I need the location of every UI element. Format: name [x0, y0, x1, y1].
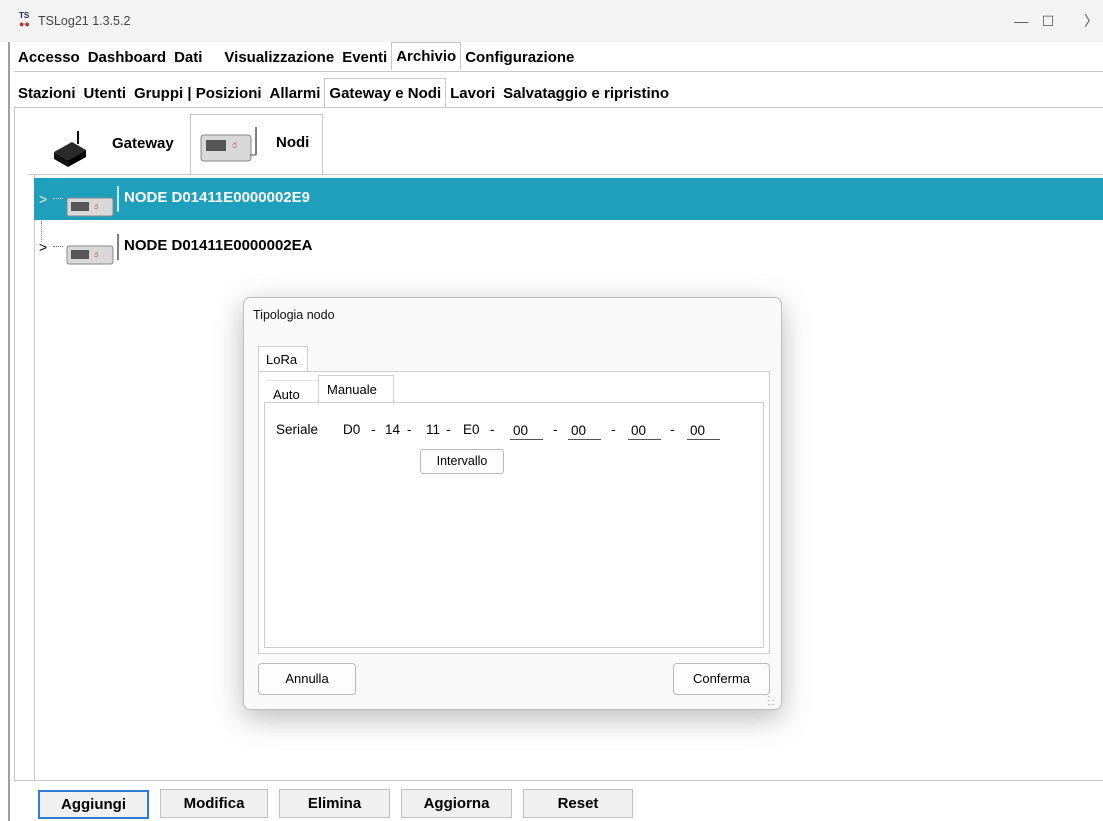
main-tab-divider — [14, 71, 1103, 72]
tab-visualizzazione[interactable]: Visualizzazione — [220, 45, 338, 71]
serial-separator: - — [407, 422, 412, 437]
gateway-device-icon — [54, 131, 86, 167]
node-device-icon: ර — [66, 186, 119, 217]
node-label: NODE D01411E0000002E9 — [124, 189, 310, 206]
expand-chevron-icon[interactable]: > — [39, 191, 47, 207]
tab-stazioni[interactable]: Stazioni — [14, 81, 80, 107]
tree-branch-line — [53, 198, 63, 199]
serial-fixed-segment: 11 — [426, 422, 441, 437]
serial-separator: - — [490, 422, 495, 437]
serial-byte-input[interactable] — [568, 418, 601, 440]
node-device-icon: ර — [200, 127, 257, 162]
node-device-icon: ර — [66, 234, 119, 265]
expand-chevron-icon[interactable]: > — [39, 239, 47, 255]
serial-fixed-segment: 14 — [385, 422, 401, 437]
reset-button[interactable]: Reset — [523, 789, 633, 818]
dialog-title: Tipologia nodo — [253, 308, 335, 322]
sub-tab-bar: Stazioni Utenti Gruppi | Posizioni Allar… — [14, 78, 673, 107]
tab-configurazione[interactable]: Configurazione — [461, 45, 578, 71]
close-button[interactable]: 〉 — [1084, 8, 1103, 34]
confirm-button[interactable]: Conferma — [673, 663, 770, 695]
serial-separator: - — [446, 422, 451, 437]
cancel-button[interactable]: Annulla — [258, 663, 356, 695]
serial-label: Seriale — [276, 422, 319, 437]
node-type-dialog: Tipologia nodo LoRa Auto Manuale Seriale… — [243, 297, 782, 710]
tab-utenti[interactable]: Utenti — [80, 81, 131, 107]
tab-auto[interactable]: Auto — [266, 380, 318, 404]
node-label: NODE D01411E0000002EA — [124, 237, 313, 254]
edit-button[interactable]: Modifica — [160, 789, 268, 818]
tab-manuale[interactable]: Manuale — [318, 375, 394, 403]
serial-byte-input[interactable] — [510, 418, 543, 440]
tab-eventi[interactable]: Eventi — [338, 45, 391, 71]
tab-archivio[interactable]: Archivio — [391, 42, 462, 70]
app-logo-icon: TS ●● — [19, 11, 30, 29]
window-title: TSLog21 1.3.5.2 — [38, 14, 131, 28]
tab-gruppi-posizioni[interactable]: Gruppi | Posizioni — [130, 81, 266, 107]
title-bar: TS ●● TSLog21 1.3.5.2 — ☐ 〉 — [0, 0, 1103, 42]
serial-separator: - — [553, 422, 558, 437]
serial-separator: - — [371, 422, 376, 437]
interval-button[interactable]: Intervallo — [420, 449, 504, 474]
tab-dati[interactable]: Dati — [170, 45, 206, 71]
tree-branch-line — [53, 246, 63, 247]
serial-fixed-segment: D0 — [343, 422, 361, 437]
serial-separator: - — [611, 422, 616, 437]
tab-salvataggio-e-ripristino[interactable]: Salvataggio e ripristino — [499, 81, 673, 107]
tab-accesso[interactable]: Accesso — [14, 45, 84, 71]
window-frame — [8, 42, 10, 821]
tab-gateway-label: Gateway — [112, 135, 174, 152]
tab-lavori[interactable]: Lavori — [446, 81, 499, 107]
main-tab-bar: Accesso Dashboard Dati Visualizzazione E… — [14, 42, 578, 71]
serial-byte-input[interactable] — [687, 418, 720, 440]
tab-allarmi[interactable]: Allarmi — [266, 81, 325, 107]
refresh-button[interactable]: Aggiorna — [401, 789, 512, 818]
tree-row-node[interactable]: > ර NODE D01411E0000002E9 — [34, 178, 1103, 220]
serial-byte-input[interactable] — [628, 418, 661, 440]
tab-gateway-e-nodi[interactable]: Gateway e Nodi — [324, 78, 447, 107]
serial-fixed-segment: E0 — [463, 422, 480, 437]
tab-dashboard[interactable]: Dashboard — [84, 45, 170, 71]
resize-grip-icon[interactable]: · · · ··· — [767, 693, 779, 709]
tree-row-node[interactable]: > ර NODE D01411E0000002EA — [34, 226, 1103, 268]
svg-text:ර: ර — [232, 141, 237, 150]
add-button[interactable]: Aggiungi — [38, 790, 149, 819]
delete-button[interactable]: Elimina — [279, 789, 390, 818]
tab-lora[interactable]: LoRa — [258, 346, 308, 372]
maximize-button[interactable]: ☐ — [1028, 8, 1068, 34]
tab-nodi-label: Nodi — [276, 134, 310, 151]
serial-separator: - — [670, 422, 675, 437]
